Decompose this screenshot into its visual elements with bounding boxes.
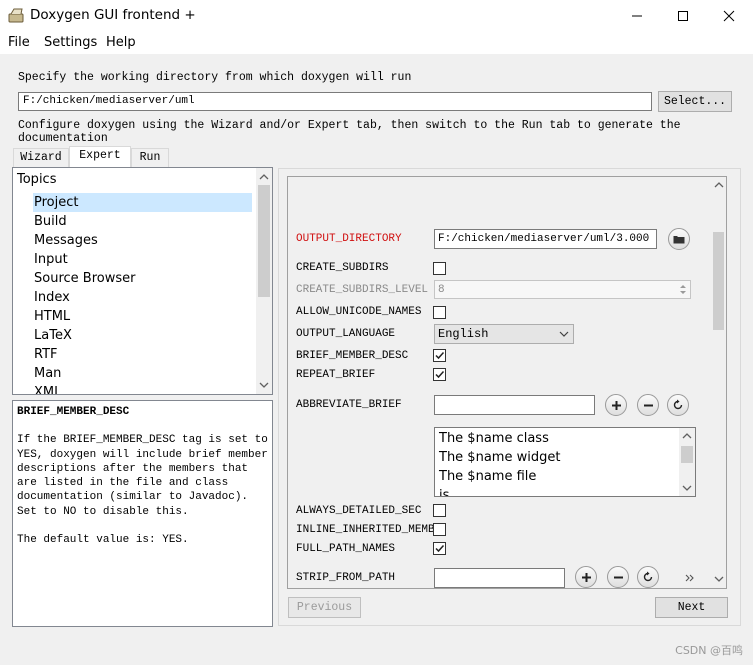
scroll-down-icon[interactable] <box>258 380 270 390</box>
topic-clip: XML <box>13 383 256 394</box>
help-body: If the BRIEF_MEMBER_DESC tag is set to Y… <box>17 434 268 518</box>
chevron-down-icon[interactable] <box>558 329 570 339</box>
repeat-brief-label: REPEAT_BRIEF <box>296 369 376 381</box>
workdir-input[interactable]: F:/chicken/mediaserver/uml <box>18 92 652 111</box>
create-subdirs-checkbox[interactable] <box>433 262 446 275</box>
workdir-prompt: Specify the working directory from which… <box>18 71 412 84</box>
output-language-select[interactable]: English <box>434 324 574 344</box>
tab-run[interactable]: Run <box>131 148 169 167</box>
folder-icon <box>673 236 685 244</box>
abbreviate-remove-button[interactable] <box>637 394 659 416</box>
spin-arrows-icon[interactable] <box>678 282 688 297</box>
topic-rtf[interactable]: RTF <box>33 345 252 364</box>
next-button[interactable]: Next <box>655 597 728 618</box>
abbreviate-brief-input[interactable] <box>434 395 595 415</box>
close-button[interactable] <box>706 0 752 31</box>
minus-icon <box>613 576 623 578</box>
list-item[interactable]: The $name file <box>439 467 536 486</box>
close-icon <box>723 10 735 21</box>
minimize-button[interactable] <box>614 0 660 31</box>
plus-icon <box>581 572 591 582</box>
brief-member-desc-label: BRIEF_MEMBER_DESC <box>296 350 409 362</box>
topic-input[interactable]: Input <box>33 250 252 269</box>
list-item[interactable]: The $name class <box>439 429 549 448</box>
checkmark-icon <box>435 351 445 360</box>
strip-remove-button[interactable] <box>607 566 629 588</box>
reset-icon <box>673 399 683 410</box>
previous-button[interactable]: Previous <box>288 597 361 618</box>
scroll-up-icon[interactable] <box>258 172 270 182</box>
menu-file[interactable]: File <box>8 35 30 50</box>
output-directory-label: OUTPUT_DIRECTORY <box>296 233 402 245</box>
workdir-hint: Configure doxygen using the Wizard and/o… <box>18 119 681 145</box>
browse-folder-button[interactable] <box>668 228 690 250</box>
always-detailed-sec-label: ALWAYS_DETAILED_SEC <box>296 505 422 517</box>
inline-inherited-memb-label: INLINE_INHERITED_MEMB <box>296 524 435 536</box>
window-title: Doxygen GUI frontend + <box>30 7 196 23</box>
strip-from-path-input[interactable] <box>434 568 565 588</box>
maximize-icon <box>678 10 688 21</box>
create-subdirs-level-label: CREATE_SUBDIRS_LEVEL <box>296 284 429 296</box>
create-subdirs-label: CREATE_SUBDIRS <box>296 262 389 274</box>
reset-icon <box>643 571 653 582</box>
topic-xml[interactable]: XML <box>34 383 61 394</box>
topics-header: Topics <box>17 172 57 187</box>
topic-html[interactable]: HTML <box>33 307 252 326</box>
app-icon <box>8 8 24 23</box>
always-detailed-sec-checkbox[interactable] <box>433 504 446 517</box>
strip-from-path-label: STRIP_FROM_PATH <box>296 572 396 584</box>
strip-add-button[interactable] <box>575 566 597 588</box>
full-path-names-checkbox[interactable] <box>433 542 446 555</box>
menu-help[interactable]: Help <box>106 35 136 50</box>
help-panel: BRIEF_MEMBER_DESC If the BRIEF_MEMBER_DE… <box>12 400 273 627</box>
checkmark-icon <box>435 370 445 379</box>
topic-latex[interactable]: LaTeX <box>33 326 252 345</box>
abbreviate-brief-label: ABBREVIATE_BRIEF <box>296 399 402 411</box>
list-item[interactable]: The $name widget <box>439 448 560 467</box>
output-directory-input[interactable]: F:/chicken/mediaserver/uml/3.000 <box>434 229 657 249</box>
strip-reset-button[interactable] <box>637 566 659 588</box>
topic-source-browser[interactable]: Source Browser <box>33 269 252 288</box>
allow-unicode-names-label: ALLOW_UNICODE_NAMES <box>296 306 422 318</box>
plus-icon <box>611 400 621 410</box>
maximize-button[interactable] <box>660 0 706 31</box>
scroll-down-icon[interactable] <box>681 483 693 493</box>
topic-index[interactable]: Index <box>33 288 252 307</box>
list-item[interactable]: is <box>439 486 449 496</box>
topic-man[interactable]: Man <box>33 364 252 383</box>
help-title: BRIEF_MEMBER_DESC <box>17 406 130 418</box>
abbreviate-add-button[interactable] <box>605 394 627 416</box>
repeat-brief-checkbox[interactable] <box>433 368 446 381</box>
list-scroll-thumb[interactable] <box>681 446 693 463</box>
scroll-down-icon[interactable] <box>713 574 725 584</box>
more-icon[interactable] <box>684 573 696 583</box>
minus-icon <box>643 404 653 406</box>
menu-settings[interactable]: Settings <box>44 35 97 50</box>
abbreviate-brief-list[interactable]: The $name class The $name widget The $na… <box>434 427 696 497</box>
tab-wizard[interactable]: Wizard <box>13 148 69 167</box>
allow-unicode-names-checkbox[interactable] <box>433 306 446 319</box>
create-subdirs-level-spinbox[interactable]: 8 <box>434 280 691 299</box>
checkmark-icon <box>435 544 445 553</box>
scroll-up-icon[interactable] <box>681 431 693 441</box>
select-directory-button[interactable]: Select... <box>658 91 732 112</box>
settings-scroll-thumb[interactable] <box>713 232 724 330</box>
topics-scroll-thumb[interactable] <box>258 185 270 297</box>
topic-project[interactable]: Project <box>33 193 252 212</box>
topic-messages[interactable]: Messages <box>33 231 252 250</box>
abbreviate-reset-button[interactable] <box>667 394 689 416</box>
minimize-icon <box>632 15 642 16</box>
help-default: The default value is: YES. <box>17 534 189 547</box>
watermark: CSDN @百鸣 <box>675 644 743 657</box>
output-language-label: OUTPUT_LANGUAGE <box>296 328 396 340</box>
brief-member-desc-checkbox[interactable] <box>433 349 446 362</box>
tab-expert[interactable]: Expert <box>69 146 131 168</box>
full-path-names-label: FULL_PATH_NAMES <box>296 543 396 555</box>
scroll-up-icon[interactable] <box>713 180 725 190</box>
inline-inherited-memb-checkbox[interactable] <box>433 523 446 536</box>
topic-build[interactable]: Build <box>33 212 252 231</box>
